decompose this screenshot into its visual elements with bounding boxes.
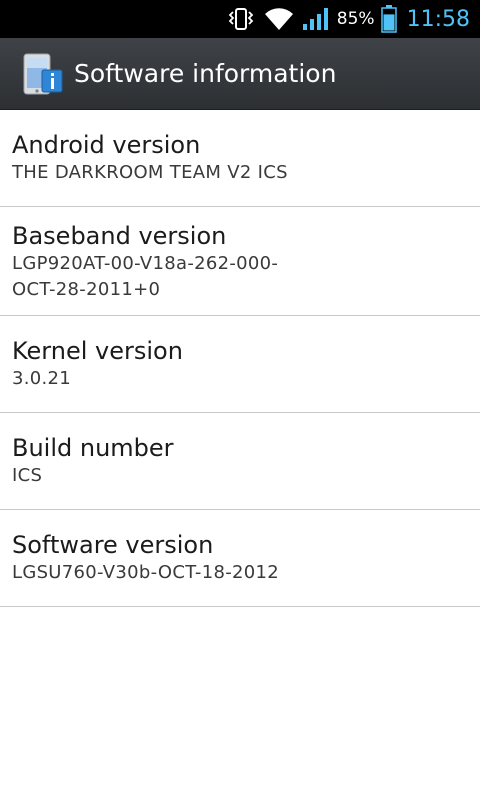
list-item-kernel-version: Kernel version 3.0.21 bbox=[0, 316, 480, 413]
phone-info-icon bbox=[23, 53, 63, 95]
item-title: Kernel version bbox=[12, 337, 183, 365]
item-value: LGSU760-V30b-OCT-18-2012 bbox=[12, 562, 279, 583]
signal-icon bbox=[302, 8, 328, 30]
list-item-android-version: Android version THE DARKROOM TEAM V2 ICS bbox=[0, 110, 480, 207]
page-title: Software information bbox=[74, 59, 337, 88]
info-list: Android version THE DARKROOM TEAM V2 ICS… bbox=[0, 110, 480, 607]
item-title: Build number bbox=[12, 434, 174, 462]
battery-fill bbox=[383, 14, 395, 31]
list-item-build-number: Build number ICS bbox=[0, 413, 480, 510]
battery-icon bbox=[380, 5, 397, 33]
clock: 11:58 bbox=[406, 6, 470, 32]
status-bar: 85% 11:58 bbox=[0, 0, 480, 38]
item-title: Android version bbox=[12, 131, 201, 159]
title-bar: Software information bbox=[0, 38, 480, 110]
item-value-line-1: LGP920AT-00-V18a-262-000- bbox=[12, 253, 279, 274]
list-item-software-version: Software version LGSU760-V30b-OCT-18-201… bbox=[0, 510, 480, 607]
battery-percent: 85% bbox=[336, 9, 375, 29]
item-value: ICS bbox=[12, 465, 43, 486]
vibrate-icon bbox=[228, 8, 254, 30]
item-value-line-2: OCT-28-2011+0 bbox=[12, 279, 161, 300]
item-value: 3.0.21 bbox=[12, 368, 72, 389]
item-value: THE DARKROOM TEAM V2 ICS bbox=[12, 162, 288, 183]
item-title: Baseband version bbox=[12, 222, 227, 250]
status-icons: 85% 11:58 bbox=[227, 0, 480, 38]
wifi-icon bbox=[264, 8, 293, 30]
list-item-baseband-version: Baseband version LGP920AT-00-V18a-262-00… bbox=[0, 207, 480, 316]
item-title: Software version bbox=[12, 531, 214, 559]
